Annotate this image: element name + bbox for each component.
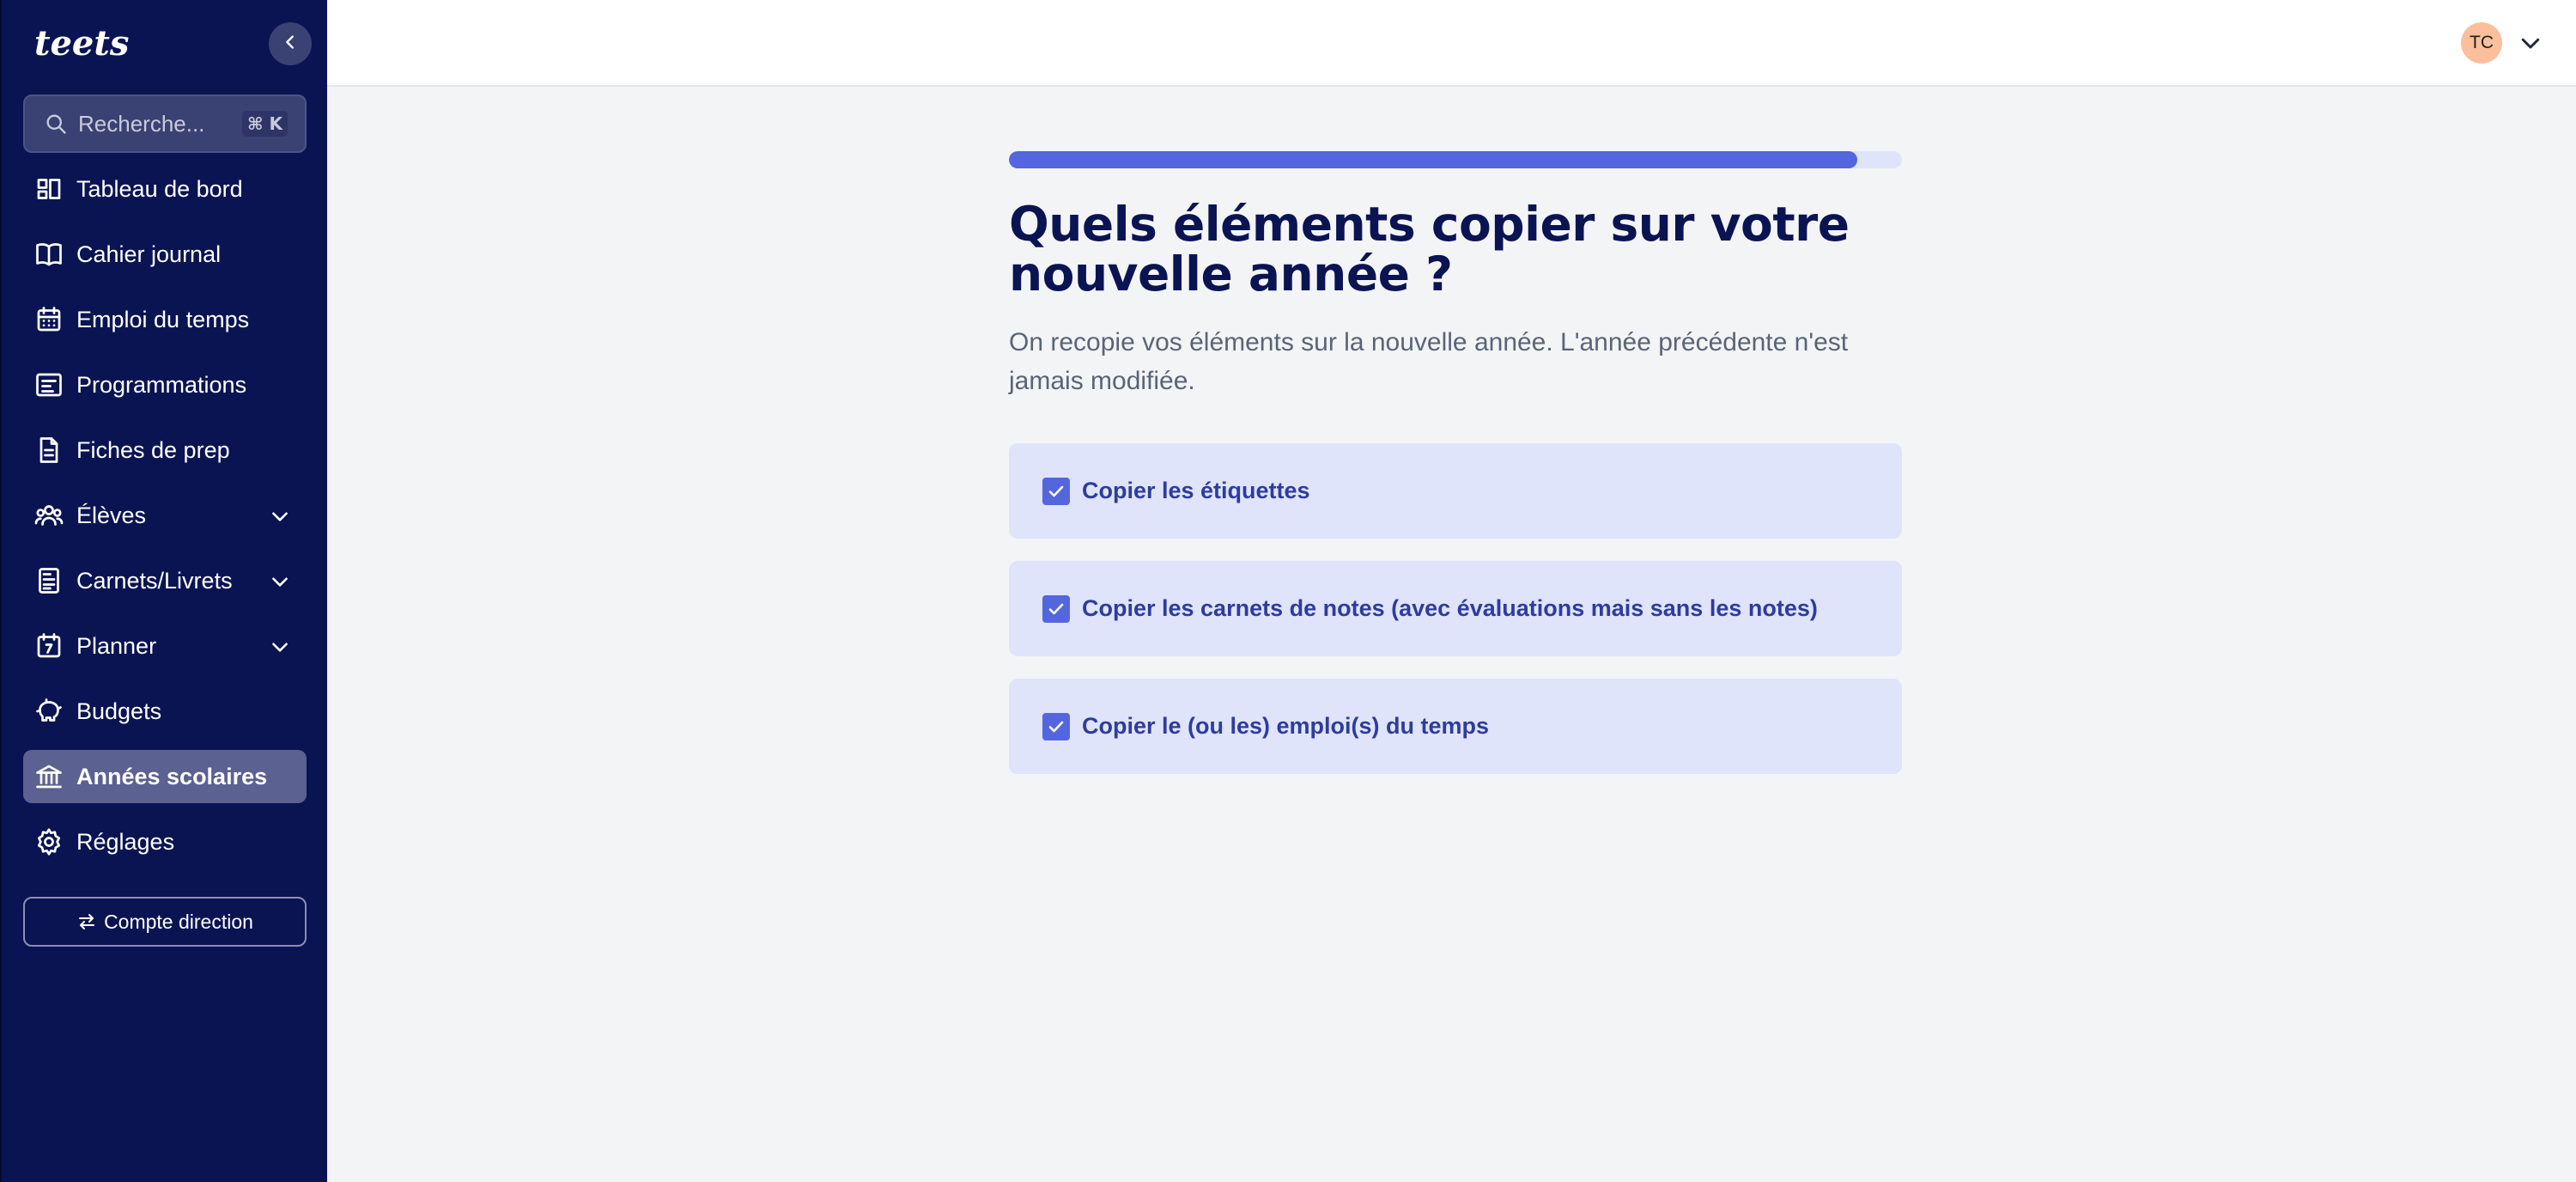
copy-option[interactable]: Copier les carnets de notes (avec évalua… — [1009, 561, 1902, 656]
sidebar-item-reglages[interactable]: Réglages — [23, 815, 307, 868]
progress-bar — [1009, 151, 1902, 168]
sidebar-item-label: Carnets/Livrets — [76, 567, 233, 594]
sidebar-item-planner[interactable]: Planner — [23, 619, 307, 673]
copy-option[interactable]: Copier les étiquettes — [1009, 443, 1902, 539]
students-icon — [33, 500, 64, 531]
chevron-down-icon[interactable] — [269, 570, 291, 593]
calendar-icon — [33, 304, 64, 335]
avatar[interactable]: TC — [2461, 22, 2502, 64]
sidebar-item-label: Budgets — [76, 698, 162, 724]
sidebar-item-label: Cahier journal — [76, 241, 222, 267]
sidebar-item-eleves[interactable]: Élèves — [23, 489, 307, 542]
topbar: TC — [327, 0, 2576, 87]
search-box[interactable]: ⌘ K — [23, 94, 307, 153]
sidebar-item-label: Années scolaires — [76, 763, 268, 789]
sidebar-item-budgets[interactable]: Budgets — [23, 685, 307, 738]
page-subtitle: On recopie vos éléments sur la nouvelle … — [1009, 328, 1849, 395]
piggy-bank-icon — [33, 696, 64, 727]
sidebar-item-label: Élèves — [76, 502, 147, 528]
sidebar-item-cahier-journal[interactable]: Cahier journal — [23, 228, 307, 281]
copy-option[interactable]: Copier le (ou les) emploi(s) du temps — [1009, 679, 1902, 774]
gear-icon — [33, 826, 64, 857]
planner-icon — [33, 631, 64, 661]
option-label: Copier le (ou les) emploi(s) du temps — [1082, 713, 1490, 739]
sidebar-item-label: Planner — [76, 632, 157, 659]
page-title: Quels éléments copier sur votre nouvelle… — [1009, 197, 1850, 302]
sidebar-item-tableau-de-bord[interactable]: Tableau de bord — [23, 162, 307, 216]
checkmark-icon — [1048, 721, 1064, 732]
sidebar-item-label: Réglages — [76, 828, 175, 855]
document-icon — [33, 435, 64, 466]
collapse-sidebar-button[interactable] — [269, 22, 312, 65]
checkmark-icon — [1048, 603, 1064, 614]
sidebar-item-fiches-de-prep[interactable]: Fiches de prep — [23, 423, 307, 477]
sidebar-item-label: Fiches de prep — [76, 436, 230, 463]
institution-icon — [33, 761, 64, 792]
direction-button-label: Compte direction — [104, 910, 253, 933]
user-menu[interactable]: TC — [2461, 22, 2543, 64]
switch-direction-account-button[interactable]: Compte direction — [23, 897, 307, 947]
sidebar: teetshi ⌘ K Tableau de bord Cahier journa… — [0, 0, 327, 1182]
chevron-down-icon[interactable] — [269, 636, 291, 658]
copy-options-list: Copier les étiquettes Copier les carnets … — [1009, 443, 1902, 774]
chevron-down-icon[interactable] — [269, 505, 291, 527]
option-label: Copier les carnets de notes (avec évalua… — [1082, 595, 1818, 621]
sidebar-nav: Tableau de bord Cahier journal Emploi du t… — [23, 162, 307, 880]
progress-bar-fill — [1009, 151, 1857, 168]
wizard-step: Quels éléments copier sur votre nouvelle… — [1009, 151, 1902, 796]
sidebar-item-label: Emploi du temps — [76, 306, 250, 332]
brand-logo-text: teetshi — [34, 23, 129, 64]
search-shortcut-hint: ⌘ K — [241, 111, 288, 137]
chevron-down-icon[interactable] — [2518, 30, 2543, 56]
sidebar-item-label: Tableau de bord — [76, 175, 243, 202]
dashboard-icon — [33, 174, 64, 204]
sidebar-item-label: Programmations — [76, 371, 247, 398]
search-input[interactable] — [78, 110, 242, 137]
brand-logo[interactable]: teetshi — [33, 17, 129, 69]
option-checkbox[interactable] — [1042, 477, 1070, 505]
sidebar-item-carnets-livrets[interactable]: Carnets/Livrets — [23, 554, 307, 607]
option-checkbox[interactable] — [1042, 594, 1070, 623]
chevron-left-icon — [281, 33, 300, 56]
checkmark-icon — [1048, 485, 1064, 497]
book-icon — [33, 239, 64, 270]
sidebar-item-annees-scolaires[interactable]: Années scolaires — [23, 750, 307, 803]
option-label: Copier les étiquettes — [1082, 478, 1310, 503]
search-icon — [44, 112, 68, 136]
swap-arrows-icon — [76, 911, 97, 932]
sidebar-item-programmations[interactable]: Programmations — [23, 358, 307, 411]
sidebar-item-emploi-du-temps[interactable]: Emploi du temps — [23, 293, 307, 346]
option-checkbox[interactable] — [1042, 712, 1070, 740]
notebook-icon — [33, 565, 64, 596]
programming-icon — [33, 369, 64, 400]
